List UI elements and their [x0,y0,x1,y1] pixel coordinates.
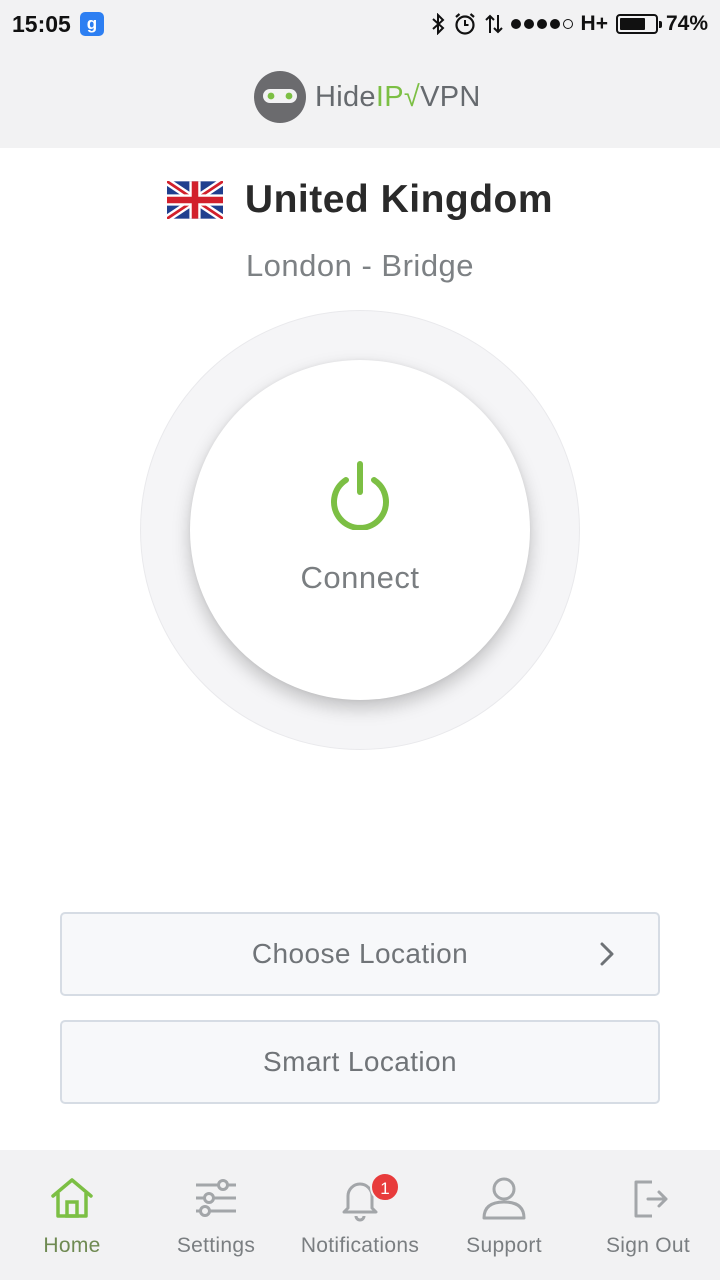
google-notification-icon: g [80,12,104,36]
network-type: H+ [580,12,608,35]
status-indicators: H+ 74% [431,10,708,38]
user-icon [482,1177,526,1220]
tab-sign-out-label: Sign Out [605,1234,691,1257]
sign-out-icon [634,1180,668,1218]
connect-button[interactable]: Connect [190,360,530,700]
battery-percent: 74% [665,12,708,35]
tab-sign-out[interactable]: Sign Out [576,1150,720,1280]
battery-icon [615,14,662,34]
notification-badge: 1 [370,1172,400,1202]
smart-location-button[interactable]: Smart Location [60,1020,660,1104]
tab-support-label: Support [466,1234,542,1257]
home-icon [51,1178,93,1218]
choose-location-label: Choose Location [251,938,469,969]
data-transfer-icon [484,13,503,35]
tab-settings[interactable]: Settings [144,1150,288,1280]
signal-strength-icon [510,19,573,29]
brand-logo: HideIP√VPN [253,70,481,124]
status-bar: 15:05 g H+ 74% [0,0,720,48]
country-name: United Kingdom [244,178,554,221]
selected-country: United Kingdom [0,178,720,222]
tab-support[interactable]: Support [432,1150,576,1280]
chevron-right-icon [600,942,614,966]
tab-notifications-label: Notifications [300,1234,420,1257]
brand-name: HideIP√VPN [315,80,481,113]
tab-home-label: Home [43,1234,101,1257]
server-city: London - Bridge [245,248,475,283]
bluetooth-icon [431,13,445,35]
power-icon [331,461,389,530]
bottom-tab-bar: Home Settings 1 Notifications Support Si… [0,1150,720,1280]
connect-label: Connect [300,560,420,595]
tab-settings-label: Settings [176,1234,256,1257]
status-time: 15:05 [12,11,71,37]
app-header: HideIP√VPN [0,48,720,148]
tab-notifications[interactable]: 1 Notifications [288,1150,432,1280]
alarm-icon [453,12,477,36]
tab-home[interactable]: Home [0,1150,144,1280]
sliders-icon [196,1179,236,1217]
uk-flag-icon [166,181,223,219]
smart-location-label: Smart Location [263,1046,457,1077]
ninja-logo-icon [254,71,306,123]
choose-location-button[interactable]: Choose Location [60,912,660,996]
